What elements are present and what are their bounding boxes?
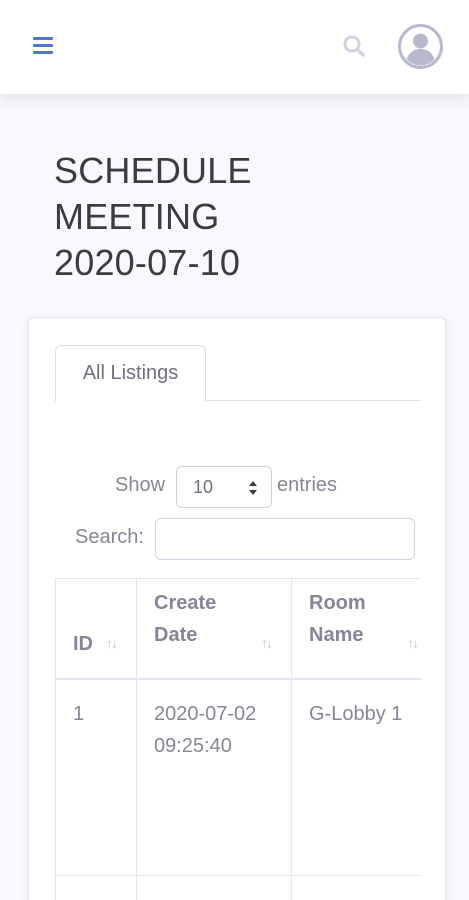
tab-bar: All Listings	[55, 345, 421, 402]
table-row[interactable]	[55, 875, 421, 900]
cell-create-date	[136, 875, 292, 900]
table-search-input[interactable]	[155, 518, 415, 560]
column-header-label: Create Date	[154, 592, 217, 646]
cell-id	[55, 875, 137, 900]
column-header-create-date[interactable]: Create Date ↑↓	[136, 578, 292, 679]
page-title: SCHEDULE MEETING 2020-07-10	[54, 148, 434, 286]
cell-id: 1	[55, 678, 137, 876]
hamburger-icon[interactable]	[33, 37, 53, 55]
entries-select-value: 10	[193, 477, 214, 497]
cell-create-date-text: 2020-07-02 09:25:40	[154, 702, 257, 757]
tab-all-listings[interactable]: All Listings	[55, 345, 206, 402]
cell-room-name	[291, 875, 421, 900]
listings-table: ID ↑↓ Create Date ↑↓ Room Name ↑↓ 1 2020…	[55, 578, 421, 900]
page-title-line: SCHEDULE	[54, 150, 252, 191]
table-header-row: ID ↑↓ Create Date ↑↓ Room Name ↑↓	[55, 578, 421, 679]
table-row[interactable]: 1 2020-07-02 09:25:40 G-Lobby 1	[55, 678, 421, 876]
column-header-label: Room Name	[309, 592, 366, 646]
sort-icon: ↑↓	[106, 635, 118, 651]
column-header-id[interactable]: ID ↑↓	[55, 578, 137, 679]
page-title-line: MEETING	[54, 196, 220, 237]
column-header-room-name[interactable]: Room Name ↑↓	[291, 578, 421, 679]
listings-table-wrapper: ID ↑↓ Create Date ↑↓ Room Name ↑↓ 1 2020…	[55, 578, 421, 900]
search-label: Search:	[75, 526, 144, 548]
show-label: Show	[115, 474, 166, 496]
cell-room-name: G-Lobby 1	[291, 678, 421, 876]
sort-icon: ↑↓	[261, 635, 273, 651]
user-avatar-icon[interactable]	[398, 24, 443, 69]
column-header-label: ID	[73, 632, 93, 655]
cell-create-date: 2020-07-02 09:25:40	[136, 678, 292, 876]
listings-card: All Listings Show 10 entries Search: ID …	[28, 317, 446, 900]
entries-select[interactable]: 10	[176, 466, 272, 508]
search-icon[interactable]	[340, 32, 368, 60]
topbar	[0, 0, 469, 94]
entries-label: entries	[277, 474, 338, 496]
sort-icon: ↑↓	[407, 635, 419, 651]
page-title-line: 2020-07-10	[54, 242, 241, 283]
select-arrows-icon	[249, 481, 257, 495]
